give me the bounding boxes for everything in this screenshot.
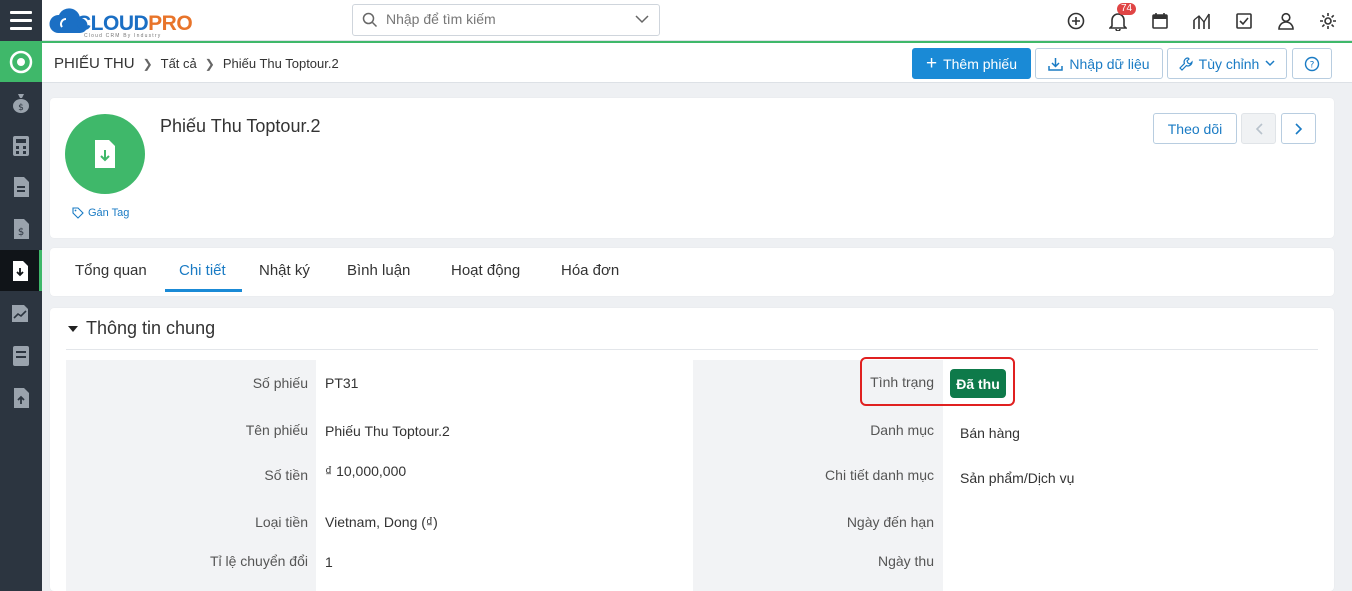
status-highlight-annotation <box>860 357 1015 406</box>
chevron-left-icon <box>1255 122 1263 135</box>
cloudpro-logo[interactable]: CLOUDPRO Cloud CRM By Industry <box>48 5 208 39</box>
field-value-conversion-rate[interactable]: 1 <box>325 554 333 570</box>
chevron-right-icon <box>1294 122 1302 135</box>
customize-label: Tùy chỉnh <box>1198 55 1260 72</box>
tab-overview[interactable]: Tổng quan <box>75 262 147 279</box>
field-value-receipt-number[interactable]: PT31 <box>325 375 358 391</box>
tab-activities[interactable]: Hoạt động <box>451 262 520 279</box>
tab-invoices[interactable]: Hóa đơn <box>561 262 619 279</box>
svg-text:?: ? <box>1310 60 1315 70</box>
tab-details[interactable]: Chi tiết <box>179 262 226 279</box>
user-icon[interactable] <box>1275 10 1297 32</box>
add-receipt-label: Thêm phiếu <box>943 55 1018 72</box>
breadcrumb: PHIẾU THU ❯ Tất cả ❯ Phiếu Thu Toptour.2 <box>54 55 339 72</box>
import-data-button[interactable]: Nhập dữ liệu <box>1035 48 1163 79</box>
caret-down-icon <box>68 325 78 332</box>
logo-tagline: Cloud CRM By Industry <box>84 33 162 39</box>
field-label-payment-date: Ngày thu <box>877 553 934 569</box>
field-label-category: Danh mục <box>870 422 934 438</box>
hamburger-menu-icon[interactable] <box>0 0 42 41</box>
receipt-download-icon <box>95 140 115 168</box>
breadcrumb-all[interactable]: Tất cả <box>161 56 197 71</box>
field-value-category[interactable]: Bán hàng <box>960 425 1020 441</box>
page-header: PHIẾU THU ❯ Tất cả ❯ Phiếu Thu Toptour.2… <box>42 41 1352 83</box>
top-bar: CLOUDPRO Cloud CRM By Industry 74 <box>42 0 1352 41</box>
download-icon <box>1048 57 1064 71</box>
field-label-conversion-rate: Tỉ lệ chuyển đổi <box>209 553 308 569</box>
money-bag-icon[interactable]: $ <box>0 82 42 123</box>
breadcrumb-module[interactable]: PHIẾU THU <box>54 55 135 72</box>
chevron-right-icon: ❯ <box>204 56 215 71</box>
field-label-due-date: Ngày đến hạn <box>846 514 934 530</box>
chevron-right-icon: ❯ <box>142 56 153 71</box>
logo-text-pro: PRO <box>148 12 193 35</box>
notification-badge: 74 <box>1117 3 1137 15</box>
field-value-category-detail[interactable]: Sản phẩm/Dịch vụ <box>960 470 1074 486</box>
book-icon[interactable] <box>0 335 42 376</box>
breadcrumb-current: Phiếu Thu Toptour.2 <box>222 56 339 71</box>
document-list-icon[interactable] <box>0 166 42 207</box>
receipt-download-icon[interactable] <box>0 250 42 291</box>
invoice-dollar-icon[interactable]: $ <box>0 208 42 249</box>
assign-tag-link[interactable]: Gán Tag <box>72 207 129 219</box>
field-label-currency: Loại tiền <box>255 514 308 530</box>
search-input[interactable] <box>386 11 626 27</box>
record-title: Phiếu Thu Toptour.2 <box>160 116 321 136</box>
svg-text:$: $ <box>18 227 24 238</box>
chevron-down-icon[interactable] <box>635 14 649 24</box>
home-icon[interactable] <box>0 41 42 82</box>
task-check-icon[interactable] <box>1233 10 1255 32</box>
add-receipt-button[interactable]: + Thêm phiếu <box>912 48 1031 79</box>
left-sidebar: $ $ <box>0 0 42 591</box>
tag-icon <box>72 207 84 219</box>
tab-log[interactable]: Nhật ký <box>259 262 310 279</box>
previous-record-button[interactable] <box>1241 113 1276 144</box>
field-value-currency[interactable]: Vietnam, Dong (₫) <box>325 514 438 530</box>
chevron-down-icon <box>1265 60 1275 67</box>
customize-dropdown-button[interactable]: Tùy chỉnh <box>1167 48 1287 79</box>
field-value-receipt-name[interactable]: Phiếu Thu Toptour.2 <box>325 423 450 439</box>
section-header[interactable]: Thông tin chung <box>68 318 215 339</box>
record-header-card: Gán Tag Phiếu Thu Toptour.2 Theo dõi <box>50 98 1334 238</box>
import-data-label: Nhập dữ liệu <box>1069 55 1150 72</box>
global-search[interactable] <box>352 4 660 36</box>
tab-comments[interactable]: Bình luận <box>347 262 410 279</box>
plus-icon: + <box>925 53 938 74</box>
record-avatar <box>65 114 145 194</box>
logo-text-cloud: CLOUD <box>76 12 149 35</box>
settings-gear-icon[interactable] <box>1317 10 1339 32</box>
follow-button[interactable]: Theo dõi <box>1153 113 1237 144</box>
report-chart-icon[interactable] <box>0 292 42 333</box>
active-tab-indicator <box>165 289 242 292</box>
field-label-receipt-name: Tên phiếu <box>245 422 308 438</box>
field-value-amount[interactable]: ₫ 10,000,000 <box>325 463 406 479</box>
calendar-icon[interactable] <box>1149 10 1171 32</box>
assign-tag-label: Gán Tag <box>88 207 130 219</box>
general-info-section: Thông tin chung Số phiếu Tên phiếu Số ti… <box>50 308 1334 591</box>
search-icon <box>362 12 378 28</box>
svg-text:$: $ <box>18 103 24 113</box>
add-circle-icon[interactable] <box>1065 10 1087 32</box>
calculator-icon[interactable] <box>0 125 42 166</box>
field-label-category-detail: Chi tiết danh mục <box>825 467 934 483</box>
help-button[interactable]: ? <box>1292 48 1332 79</box>
wrench-icon <box>1178 56 1193 71</box>
field-label-receipt-number: Số phiếu <box>252 375 308 391</box>
section-divider <box>66 349 1318 350</box>
field-label-amount: Số tiền <box>264 467 308 483</box>
help-circle-icon: ? <box>1304 56 1320 71</box>
analytics-icon[interactable] <box>1191 10 1213 32</box>
next-record-button[interactable] <box>1281 113 1316 144</box>
upload-file-icon[interactable] <box>0 377 42 418</box>
record-tabs: Tổng quan Chi tiết Nhật ký Bình luận Hoạ… <box>50 248 1334 296</box>
section-title: Thông tin chung <box>86 318 216 338</box>
